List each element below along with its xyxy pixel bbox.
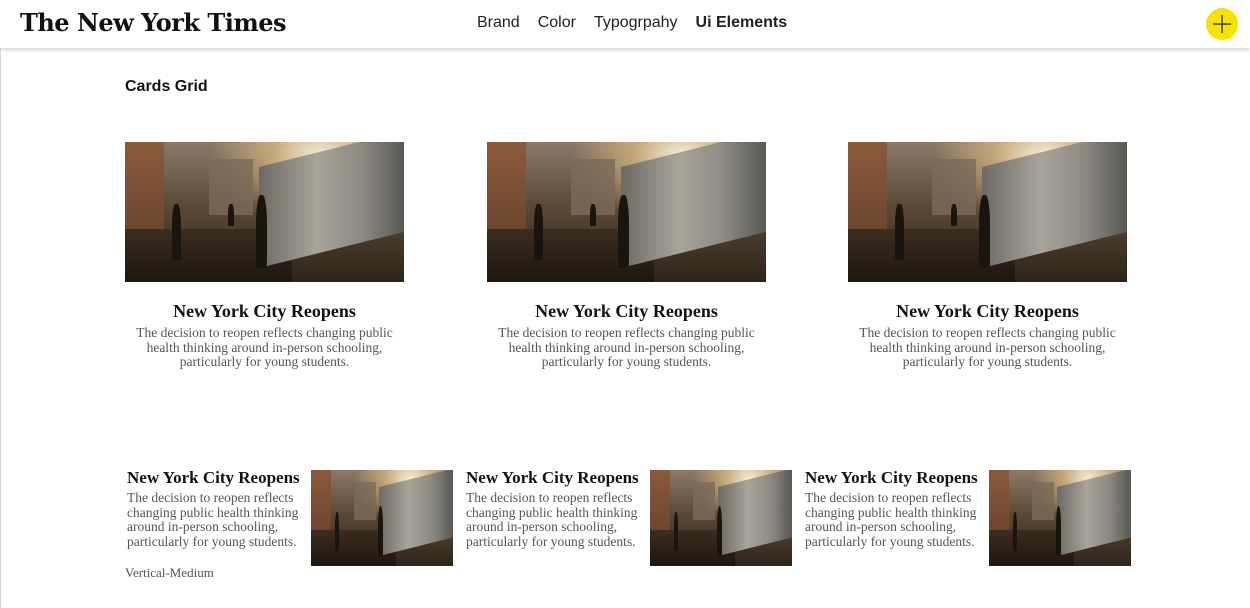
card-headline[interactable]: New York City Reopens [487,301,766,322]
large-card[interactable]: New York City Reopens The decision to re… [125,142,404,370]
nav-item-color[interactable]: Color [538,14,576,32]
card-summary: The decision to reopen reflects changing… [859,325,1116,369]
card-image [487,142,766,282]
card-image [125,142,404,282]
layout-caption: Vertical-Medium [125,565,214,580]
card-summary: The decision to reopen reflects changing… [466,490,638,549]
card-summary: The decision to reopen reflects changing… [498,325,755,369]
card-headline[interactable]: New York City Reopens [127,468,305,488]
card-headline[interactable]: New York City Reopens [848,301,1127,322]
card-headline[interactable]: New York City Reopens [805,468,983,488]
nav-item-typography[interactable]: Typogrpahy [594,14,678,32]
main-nav: Brand Color Typogrpahy Ui Elements [477,14,805,32]
card-headline[interactable]: New York City Reopens [125,301,404,322]
small-card-text: New York City Reopens The decision to re… [805,468,983,549]
small-card[interactable]: New York City Reopens The decision to re… [803,468,1131,568]
nav-item-brand[interactable]: Brand [477,14,520,32]
large-card[interactable]: New York City Reopens The decision to re… [848,142,1127,370]
card-summary: The decision to reopen reflects changing… [127,490,299,549]
page-left-border [0,48,1,608]
top-header: The New York Times Brand Color Typogrpah… [0,0,1250,48]
nyt-logo[interactable]: The New York Times [20,8,287,37]
card-image [989,470,1131,566]
card-image [650,470,792,566]
small-card[interactable]: New York City Reopens The decision to re… [125,468,453,568]
card-image [311,470,453,566]
card-image [848,142,1127,282]
card-summary: The decision to reopen reflects changing… [136,325,393,369]
section-title: Cards Grid [125,78,208,95]
small-card-text: New York City Reopens The decision to re… [466,468,644,549]
nav-item-ui-elements[interactable]: Ui Elements [696,14,788,32]
plus-icon [1213,15,1231,33]
add-button[interactable] [1206,8,1238,40]
card-summary: The decision to reopen reflects changing… [805,490,977,549]
small-card[interactable]: New York City Reopens The decision to re… [464,468,792,568]
large-card[interactable]: New York City Reopens The decision to re… [487,142,766,370]
small-card-text: New York City Reopens The decision to re… [127,468,305,549]
card-headline[interactable]: New York City Reopens [466,468,644,488]
